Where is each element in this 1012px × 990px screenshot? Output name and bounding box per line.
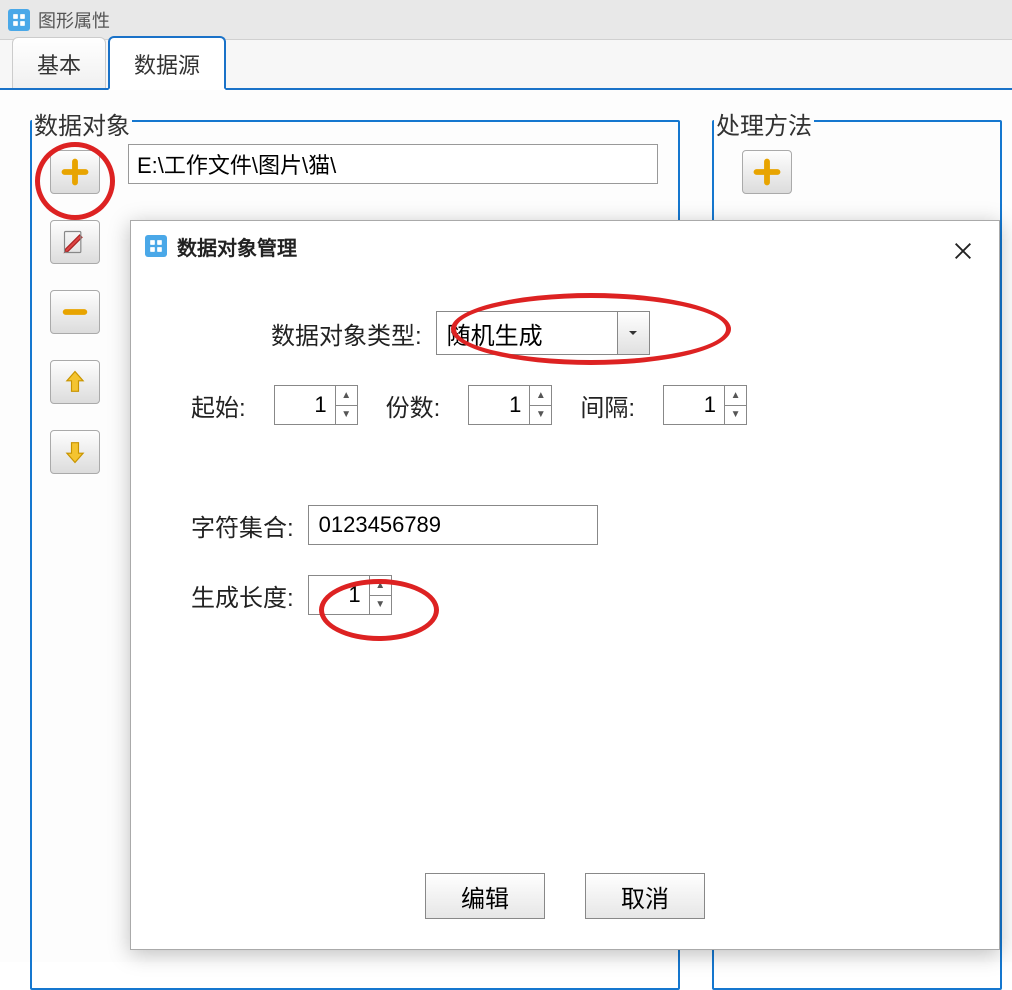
data-object-manager-dialog: 数据对象管理 数据对象类型: 起始: ▲▼	[130, 220, 1000, 950]
processing-toolbar	[742, 150, 792, 194]
move-up-button[interactable]	[50, 360, 100, 404]
data-object-legend: 数据对象	[32, 106, 132, 141]
remove-button[interactable]	[50, 290, 100, 334]
titlebar: 图形属性	[0, 0, 1012, 40]
tab-datasource[interactable]: 数据源	[108, 36, 226, 90]
move-down-button[interactable]	[50, 430, 100, 474]
length-input[interactable]	[309, 576, 369, 614]
length-label: 生成长度:	[191, 578, 294, 613]
type-combo-input[interactable]	[437, 312, 617, 354]
tab-basic[interactable]: 基本	[12, 37, 106, 88]
length-spin-down[interactable]: ▼	[370, 596, 391, 615]
dialog-body: 数据对象类型: 起始: ▲▼ 份数: ▲▼	[131, 271, 999, 665]
type-combo-dropdown[interactable]	[617, 312, 649, 354]
counters-row: 起始: ▲▼ 份数: ▲▼ 间隔: ▲▼	[191, 385, 949, 425]
edit-button[interactable]	[50, 220, 100, 264]
type-label: 数据对象类型:	[271, 316, 422, 351]
minus-icon	[61, 298, 89, 326]
dialog-icon	[145, 235, 167, 257]
copies-spin-up[interactable]: ▲	[530, 386, 551, 406]
main-window: 图形属性 基本 数据源 数据对象 处理方法	[0, 0, 1012, 962]
start-spinner[interactable]: ▲▼	[274, 385, 358, 425]
charset-input[interactable]	[308, 505, 598, 545]
length-row: 生成长度: ▲▼	[191, 575, 949, 615]
data-object-toolbar	[50, 150, 100, 474]
window-title: 图形属性	[38, 7, 110, 33]
interval-label: 间隔:	[580, 388, 635, 423]
plus-icon	[753, 158, 781, 186]
copies-input[interactable]	[469, 386, 529, 424]
start-spin-down[interactable]: ▼	[336, 406, 357, 425]
charset-label: 字符集合:	[191, 508, 294, 543]
copies-spinner[interactable]: ▲▼	[468, 385, 552, 425]
add-button[interactable]	[50, 150, 100, 194]
dialog-footer: 编辑 取消	[131, 873, 999, 919]
close-icon	[952, 240, 974, 262]
edit-submit-button[interactable]: 编辑	[425, 873, 545, 919]
arrow-down-icon	[61, 438, 89, 466]
plus-icon	[61, 158, 89, 186]
cancel-button[interactable]: 取消	[585, 873, 705, 919]
interval-spin-up[interactable]: ▲	[725, 386, 746, 406]
chevron-down-icon	[627, 327, 639, 339]
length-spinner[interactable]: ▲▼	[308, 575, 392, 615]
length-spin-up[interactable]: ▲	[370, 576, 391, 596]
dialog-title: 数据对象管理	[177, 232, 297, 261]
tabs-bar: 基本 数据源	[0, 40, 1012, 90]
start-label: 起始:	[191, 388, 246, 423]
start-input[interactable]	[275, 386, 335, 424]
copies-spin-down[interactable]: ▼	[530, 406, 551, 425]
type-combo[interactable]	[436, 311, 650, 355]
copies-label: 份数:	[386, 388, 441, 423]
arrow-up-icon	[61, 368, 89, 396]
interval-input[interactable]	[664, 386, 724, 424]
type-row: 数据对象类型:	[271, 311, 949, 355]
start-spin-up[interactable]: ▲	[336, 386, 357, 406]
charset-row: 字符集合:	[191, 505, 949, 545]
proc-add-button[interactable]	[742, 150, 792, 194]
interval-spin-down[interactable]: ▼	[725, 406, 746, 425]
dialog-titlebar: 数据对象管理	[131, 221, 999, 271]
close-button[interactable]	[943, 231, 983, 271]
data-path-input[interactable]	[128, 144, 658, 184]
app-icon	[8, 9, 30, 31]
processing-legend: 处理方法	[714, 106, 814, 141]
interval-spinner[interactable]: ▲▼	[663, 385, 747, 425]
pencil-icon	[61, 228, 89, 256]
